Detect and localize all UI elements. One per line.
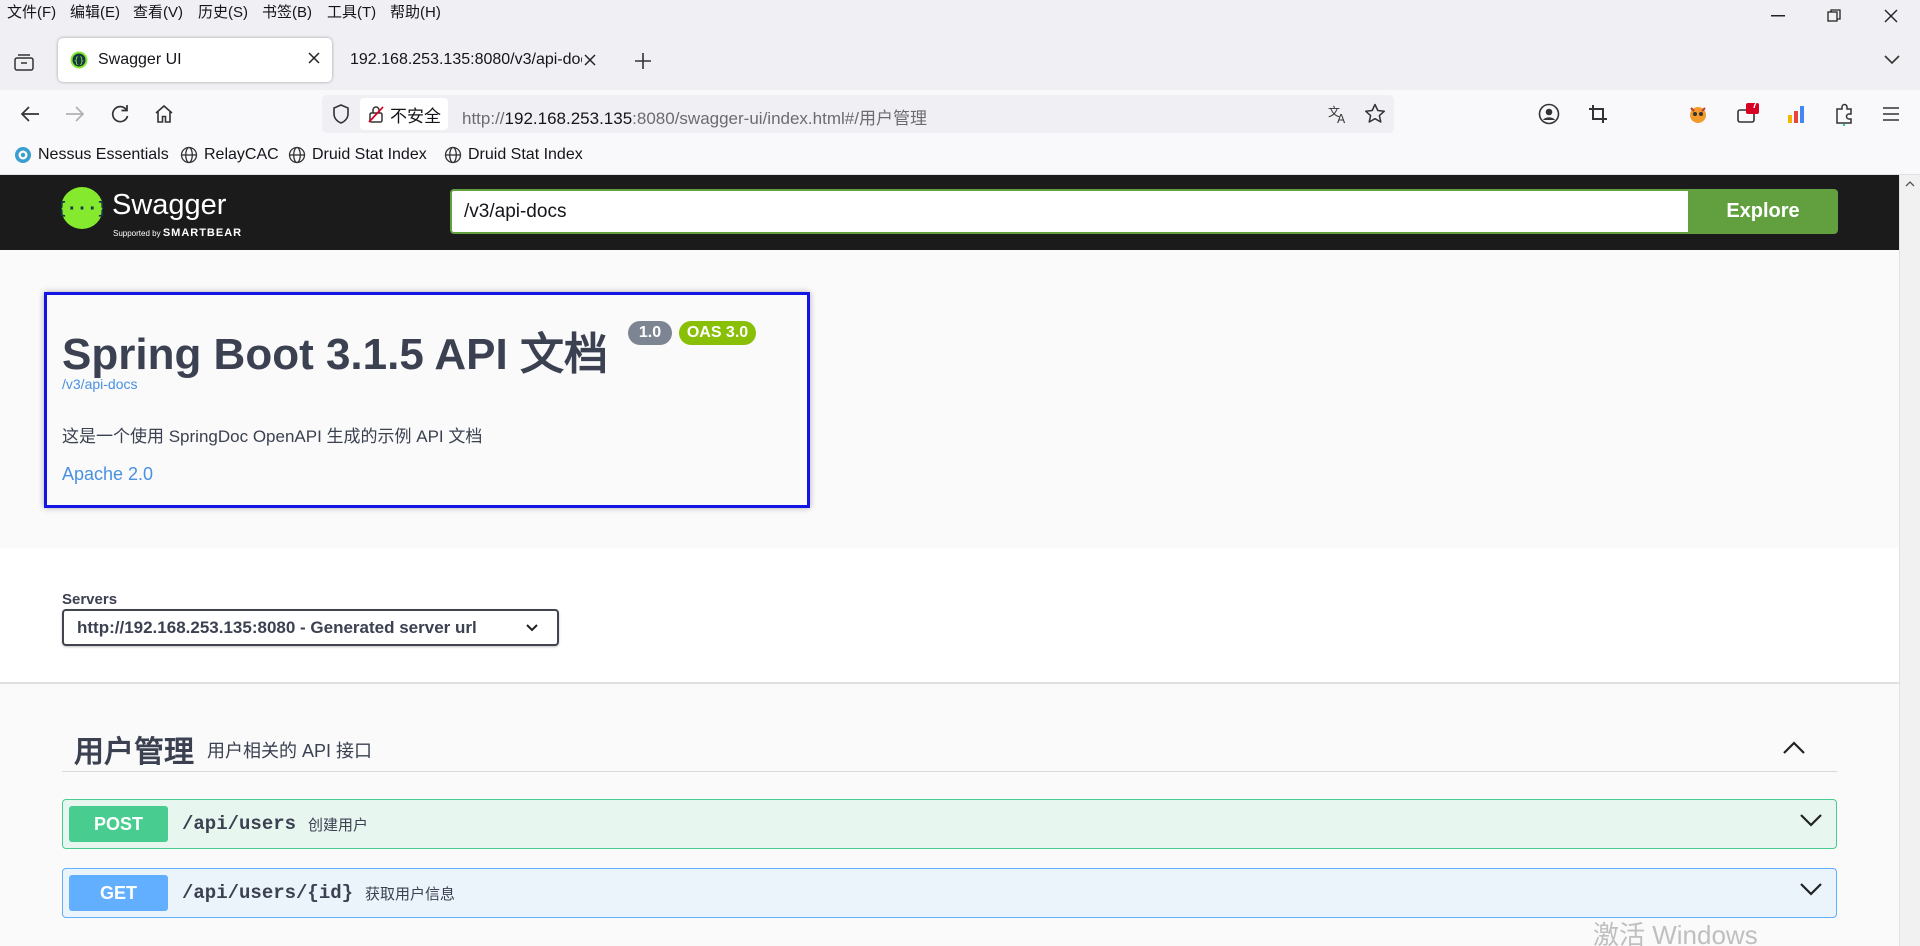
chevron-down-icon: [526, 624, 538, 632]
url-scheme: http://: [462, 109, 505, 128]
menu-bar: 文件(F) 编辑(E) 查看(V) 历史(S) 书签(B) 工具(T) 帮助(H…: [0, 0, 1920, 24]
menu-tools[interactable]: 工具(T): [327, 1, 376, 22]
operation-path: /api/users/{id}: [182, 882, 354, 904]
operation-post-users[interactable]: POST /api/users 创建用户: [62, 799, 1837, 849]
bookmark-druid-1[interactable]: Druid Stat Index: [288, 146, 427, 164]
site-security-indicator[interactable]: 不安全: [360, 98, 448, 130]
method-badge-get: GET: [69, 875, 168, 911]
operation-get-user-by-id[interactable]: GET /api/users/{id} 获取用户信息: [62, 868, 1837, 918]
tab-close-icon[interactable]: [308, 52, 320, 64]
tab-swagger-ui[interactable]: {} Swagger UI: [58, 38, 332, 82]
menu-file[interactable]: 文件(F): [7, 1, 56, 22]
page-scrollbar[interactable]: [1899, 175, 1920, 946]
globe-icon: [288, 146, 306, 164]
home-icon[interactable]: [150, 100, 178, 128]
expand-chevron-down-icon[interactable]: [1800, 883, 1822, 896]
tab-bar: {} Swagger UI 192.168.253.135:8080/v3/ap…: [0, 24, 1920, 90]
bookmark-label: Druid Stat Index: [468, 146, 583, 163]
api-title: Spring Boot 3.1.5 API 文档: [62, 330, 608, 379]
extension-notifier-icon[interactable]: 7: [1734, 100, 1762, 128]
svg-text:A: A: [1337, 112, 1346, 124]
bookmark-druid-2[interactable]: Druid Stat Index: [444, 146, 583, 164]
smartbear-tagline: Supported by SMARTBEAR: [113, 227, 242, 239]
extension-stats-chart-icon[interactable]: [1783, 100, 1811, 128]
restore-icon[interactable]: [1824, 6, 1844, 26]
url-bar[interactable]: 不安全 http://192.168.253.135:8080/swagger-…: [322, 95, 1394, 133]
expand-chevron-down-icon[interactable]: [1800, 814, 1822, 827]
bookmark-star-icon[interactable]: [1364, 103, 1386, 124]
menu-bookmarks[interactable]: 书签(B): [262, 1, 312, 22]
spec-url-link[interactable]: /v3/api-docs: [62, 376, 137, 392]
swagger-brand: Swagger: [112, 189, 227, 221]
insecure-label: 不安全: [390, 106, 441, 126]
translate-icon[interactable]: 文A: [1328, 104, 1350, 124]
tagline-prefix: Supported by: [113, 229, 161, 238]
screenshot-crop-icon[interactable]: [1584, 100, 1612, 128]
tag-header[interactable]: 用户管理 用户相关的 API 接口: [62, 727, 1837, 772]
bookmark-nessus[interactable]: Nessus Essentials: [14, 146, 169, 164]
swagger-logo-icon[interactable]: {···}: [61, 187, 103, 229]
collapse-chevron-up-icon[interactable]: [1783, 741, 1805, 754]
menu-edit[interactable]: 编辑(E): [70, 1, 120, 22]
operation-path: /api/users: [182, 813, 297, 835]
operation-summary: 创建用户: [308, 816, 369, 834]
tag-description: 用户相关的 API 接口: [207, 741, 373, 761]
explore-button[interactable]: Explore: [1688, 189, 1838, 234]
svg-text:{}: {}: [74, 57, 85, 67]
url-text[interactable]: http://192.168.253.135:8080/swagger-ui/i…: [462, 104, 927, 129]
swagger-favicon-icon: {}: [70, 51, 88, 69]
server-select[interactable]: http://192.168.253.135:8080 - Generated …: [62, 609, 559, 646]
method-badge-post: POST: [69, 806, 168, 842]
minimize-icon[interactable]: [1768, 6, 1788, 26]
tab-api-docs[interactable]: 192.168.253.135:8080/v3/api-doc: [338, 38, 608, 82]
notification-count: 7: [1752, 100, 1758, 111]
back-icon[interactable]: [16, 100, 44, 128]
menu-view[interactable]: 查看(V): [133, 1, 183, 22]
navigation-bar: 不安全 http://192.168.253.135:8080/swagger-…: [0, 90, 1920, 138]
operation-summary: 获取用户信息: [365, 885, 456, 903]
version-badge: 1.0: [628, 321, 672, 345]
swagger-page: {···} Swagger Supported by SMARTBEAR /v3…: [0, 175, 1899, 946]
server-selected-value: http://192.168.253.135:8080 - Generated …: [77, 617, 477, 637]
swagger-topbar: {···} Swagger Supported by SMARTBEAR /v3…: [0, 175, 1899, 250]
app-menu-hamburger-icon[interactable]: [1877, 100, 1905, 128]
url-path: :8080/swagger-ui/index.html#/用户管理: [632, 109, 927, 128]
servers-label: Servers: [62, 591, 118, 608]
insecure-lock-icon: [368, 105, 384, 123]
license-link[interactable]: Apache 2.0: [62, 464, 153, 485]
tag-name: 用户管理: [74, 736, 194, 769]
bookmark-label: Nessus Essentials: [38, 146, 169, 163]
extension-hackbar-icon[interactable]: [1684, 100, 1712, 128]
url-host: 192.168.253.135: [504, 109, 633, 128]
extensions-puzzle-icon[interactable]: [1831, 100, 1859, 128]
scroll-up-arrow-icon[interactable]: [1905, 181, 1915, 187]
globe-icon: [444, 146, 462, 164]
forward-icon[interactable]: [61, 100, 89, 128]
new-tab-icon[interactable]: [634, 52, 652, 70]
tab-label: 192.168.253.135:8080/v3/api-doc: [350, 51, 582, 68]
tab-list-chevron-icon[interactable]: [1884, 55, 1900, 65]
account-icon[interactable]: [1535, 100, 1563, 128]
windows-activation-watermark: 激活 Windows: [1593, 920, 1758, 946]
bookmark-label: RelayCAC: [204, 146, 279, 163]
globe-icon: [180, 146, 198, 164]
reload-icon[interactable]: [106, 100, 134, 128]
nessus-icon: [15, 147, 31, 163]
tab-overview-icon[interactable]: [14, 53, 34, 71]
bookmark-label: Druid Stat Index: [312, 146, 427, 163]
oas-badge: OAS 3.0: [679, 321, 756, 345]
svg-text:{···}: {···}: [61, 199, 103, 219]
menu-history[interactable]: 历史(S): [198, 1, 248, 22]
api-description: 这是一个使用 SpringDoc OpenAPI 生成的示例 API 文档: [62, 427, 483, 446]
api-url-input[interactable]: /v3/api-docs: [450, 189, 1690, 234]
tab-label: Swagger UI: [98, 51, 182, 68]
bookmarks-toolbar: Nessus Essentials RelayCAC Druid Stat In…: [0, 138, 1920, 175]
menu-help[interactable]: 帮助(H): [390, 1, 441, 22]
tagline-brand: SMARTBEAR: [162, 227, 243, 239]
close-window-icon[interactable]: [1881, 6, 1901, 26]
tab-close-icon[interactable]: [584, 54, 596, 66]
bookmark-relaycac[interactable]: RelayCAC: [180, 146, 279, 164]
tracking-protection-shield-icon[interactable]: [332, 104, 350, 124]
